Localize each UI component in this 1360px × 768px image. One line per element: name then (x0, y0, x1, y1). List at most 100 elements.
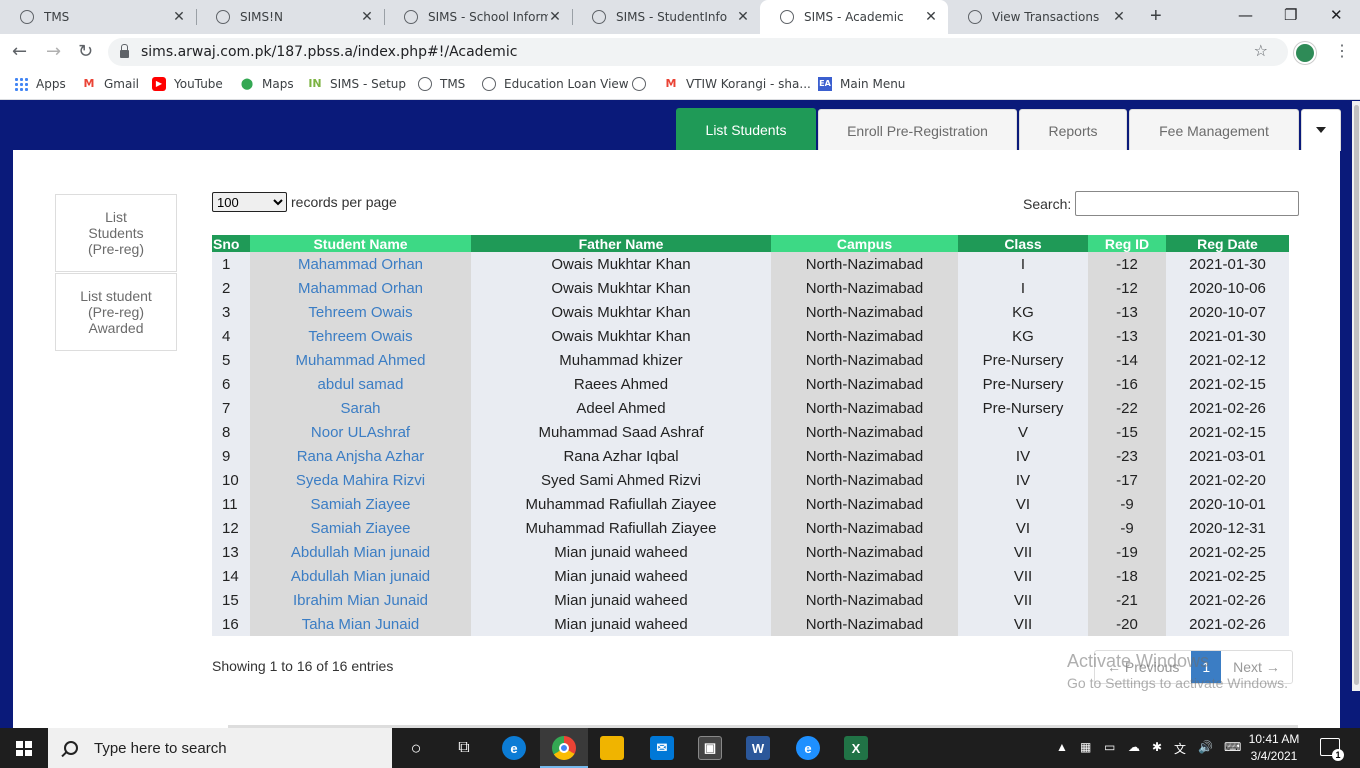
cell-student-name[interactable]: Samiah Ziayee (250, 492, 471, 516)
address-bar[interactable]: sims.arwaj.com.pk/187.pbss.a/index.php#!… (108, 38, 1288, 66)
header-reg-date[interactable]: Reg Date (1166, 235, 1289, 252)
header-campus[interactable]: Campus (771, 235, 958, 252)
bookmark-star-icon[interactable]: ☆ (1254, 41, 1268, 60)
close-icon[interactable]: ✕ (360, 9, 374, 25)
sidebar-item-list-students-prereg[interactable]: List Students (Pre-reg) (55, 194, 177, 272)
cell-reg-date: 2020-10-01 (1166, 492, 1289, 516)
header-class[interactable]: Class (958, 235, 1088, 252)
bookmark-unnamed[interactable] (632, 77, 654, 91)
close-icon[interactable]: ✕ (924, 9, 938, 25)
minimize-button[interactable]: — (1238, 6, 1253, 24)
cell-student-name[interactable]: Tehreem Owais (250, 324, 471, 348)
close-icon[interactable]: ✕ (736, 9, 750, 25)
cell-student-name[interactable]: Abdullah Mian junaid (250, 540, 471, 564)
header-reg-id[interactable]: Reg ID (1088, 235, 1166, 252)
word-icon[interactable]: W (746, 736, 770, 760)
reload-button[interactable]: ↻ (78, 41, 93, 62)
tab-reports[interactable]: Reports (1019, 109, 1127, 151)
cell-student-name[interactable]: Taha Mian Junaid (250, 612, 471, 636)
close-icon[interactable]: ✕ (1112, 9, 1126, 25)
tray-onedrive-icon[interactable]: ☁ (1128, 740, 1140, 754)
tray-display-icon[interactable]: ▭ (1104, 740, 1115, 754)
browser-tab-sims-school[interactable]: SIMS - School Informat ✕ (384, 0, 572, 34)
restore-button[interactable]: ❐ (1284, 6, 1297, 24)
tab-title: View Transactions (992, 10, 1100, 24)
bookmark-education-loan[interactable]: Education Loan View (482, 77, 629, 91)
search-input[interactable] (1075, 191, 1300, 216)
header-student-name[interactable]: Student Name (250, 235, 471, 252)
vertical-scrollbar-thumb[interactable] (1354, 105, 1359, 685)
url-text: sims.arwaj.com.pk/187.pbss.a/index.php#!… (141, 44, 518, 60)
volume-icon[interactable]: 🔊 (1198, 740, 1213, 754)
taskbar-clock[interactable]: 10:41 AM 3/4/2021 (1244, 731, 1304, 765)
tab-title: SIMS - StudentInfo (616, 10, 728, 24)
tab-enroll-pre-registration[interactable]: Enroll Pre-Registration (818, 109, 1017, 151)
input-language-icon[interactable]: 文 (1174, 740, 1186, 757)
sidebar-item-list-awarded[interactable]: List student (Pre-reg) Awarded (55, 273, 177, 351)
taskbar-search-box[interactable]: Type here to search (48, 728, 392, 768)
bookmark-vtiw[interactable]: M VTIW Korangi - sha... (664, 77, 811, 91)
cell-student-name[interactable]: Mahammad Orhan (250, 252, 471, 276)
chrome-icon[interactable] (552, 736, 576, 760)
forward-button[interactable]: → (46, 41, 61, 62)
browser-tab-sims-studentinfo[interactable]: SIMS - StudentInfo ✕ (572, 0, 760, 34)
browser-tab-simsin[interactable]: SIMS!N ✕ (196, 0, 384, 34)
back-button[interactable]: ← (12, 41, 27, 62)
close-icon[interactable]: ✕ (548, 9, 562, 25)
header-sno[interactable]: Sno (212, 235, 250, 252)
close-window-button[interactable]: ✕ (1330, 6, 1343, 24)
cell-student-name[interactable]: Abdullah Mian junaid (250, 564, 471, 588)
cell-student-name[interactable]: Tehreem Owais (250, 300, 471, 324)
close-icon[interactable]: ✕ (172, 9, 186, 25)
language-indicator[interactable]: ⌨ (1224, 740, 1241, 754)
tab-list-students[interactable]: List Students (676, 108, 816, 151)
mail-icon[interactable]: ✉ (650, 736, 674, 760)
bluetooth-icon[interactable]: ✱ (1152, 740, 1162, 754)
records-per-page-select[interactable]: 100 (212, 192, 287, 212)
cell-student-name[interactable]: Syeda Mahira Rizvi (250, 468, 471, 492)
cell-student-name[interactable]: Noor ULAshraf (250, 420, 471, 444)
cell-student-name[interactable]: Mahammad Orhan (250, 276, 471, 300)
bookmark-apps[interactable]: Apps (14, 77, 66, 91)
cell-student-name[interactable]: Rana Anjsha Azhar (250, 444, 471, 468)
cell-campus: North-Nazimabad (771, 588, 958, 612)
bookmark-youtube[interactable]: ▶ YouTube (152, 77, 223, 91)
youtube-icon: ▶ (152, 77, 166, 91)
tab-fee-management[interactable]: Fee Management (1129, 109, 1299, 151)
cell-student-name[interactable]: Samiah Ziayee (250, 516, 471, 540)
store-icon[interactable]: ▣ (698, 736, 722, 760)
header-father-name[interactable]: Father Name (471, 235, 771, 252)
cell-student-name[interactable]: Sarah (250, 396, 471, 420)
browser-tab-view-transactions[interactable]: View Transactions ✕ (948, 0, 1136, 34)
cell-reg-date: 2021-02-25 (1166, 540, 1289, 564)
students-table: Sno Student Name Father Name Campus Clas… (212, 235, 1289, 636)
menu-kebab-icon[interactable]: ⋮ (1334, 41, 1350, 61)
cortana-icon[interactable]: ○ (404, 736, 428, 760)
tray-app-icon[interactable]: ▦ (1080, 740, 1091, 754)
browser-tab-sims-academic[interactable]: SIMS - Academic ✕ (760, 0, 948, 34)
excel-icon[interactable]: X (844, 736, 868, 760)
cell-student-name[interactable]: Ibrahim Mian Junaid (250, 588, 471, 612)
task-view-icon[interactable]: ⧉ (452, 736, 476, 760)
tray-network-icon[interactable]: ▲ (1056, 740, 1068, 754)
cell-sno: 14 (212, 564, 250, 588)
bookmark-tms[interactable]: TMS (418, 77, 465, 91)
file-explorer-icon[interactable] (600, 736, 624, 760)
windows-start-button[interactable] (16, 741, 32, 756)
cell-student-name[interactable]: Muhammad Ahmed (250, 348, 471, 372)
edge-icon[interactable]: e (502, 736, 526, 760)
bookmark-maps[interactable]: ⬤ Maps (240, 77, 294, 91)
cell-student-name[interactable]: abdul samad (250, 372, 471, 396)
table-row: 2 Mahammad Orhan Owais Mukhtar Khan North-N… (212, 276, 1289, 300)
bookmark-main-menu[interactable]: EA Main Menu (818, 77, 905, 91)
bookmark-gmail[interactable]: M Gmail (82, 77, 140, 91)
new-tab-button[interactable]: + (1150, 5, 1162, 28)
profile-avatar[interactable] (1294, 42, 1316, 64)
bookmark-sims-setup[interactable]: IN SIMS - Setup (308, 77, 406, 91)
internet-explorer-icon[interactable]: e (796, 736, 820, 760)
browser-tab-tms[interactable]: TMS ✕ (0, 0, 196, 34)
notification-center-icon[interactable]: 1 (1320, 738, 1344, 761)
more-tabs-dropdown[interactable] (1301, 109, 1341, 151)
globe-icon (418, 77, 432, 91)
cell-reg-id: -16 (1088, 372, 1166, 396)
